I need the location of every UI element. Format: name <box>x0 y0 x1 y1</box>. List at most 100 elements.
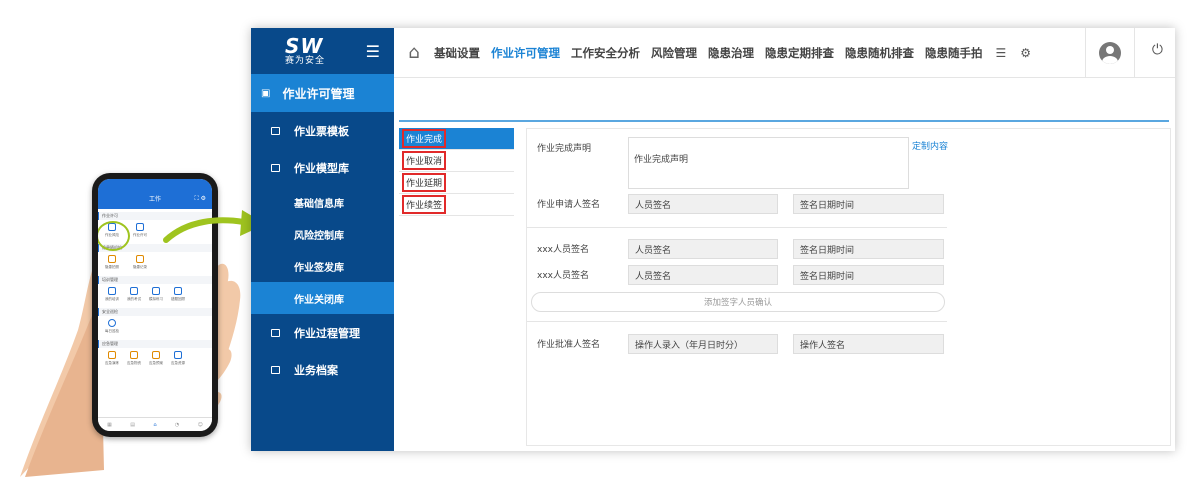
sidebar: SW 赛为安全 ☰ ▣ 作业许可管理 作业票模板 作业模型库 基础信息库 风险控… <box>251 28 394 451</box>
message-icon[interactable]: ◔ <box>175 422 179 428</box>
list-icon[interactable]: ▤ <box>130 422 135 428</box>
exam-icon <box>130 287 138 295</box>
status-item-extend[interactable]: 作业延期 <box>399 172 514 194</box>
inspection-icon <box>108 319 116 327</box>
logo: SW 赛为安全 <box>285 36 325 66</box>
training-icon <box>108 287 116 295</box>
topnav-item[interactable]: 工作安全分析 <box>571 45 640 61</box>
sidebar-item-label: 作业票模板 <box>294 124 349 138</box>
phone-row: 应急演练 应急物资 应急预案 应急资源 <box>98 348 212 369</box>
add-signer-button[interactable]: 添加签字人员确认 <box>531 292 945 312</box>
person2-sign-field[interactable]: 人员签名 <box>628 265 778 285</box>
app-window: SW 赛为安全 ☰ ▣ 作业许可管理 作业票模板 作业模型库 基础信息库 风险控… <box>251 28 1175 451</box>
status-item-label: 作业完成 <box>402 129 447 148</box>
person2-date-field[interactable]: 签名日期时间 <box>793 265 944 285</box>
document-icon <box>271 163 280 172</box>
phone-item[interactable]: 应急演练 <box>102 351 122 366</box>
topnav-item[interactable]: 隐患随手拍 <box>925 45 983 61</box>
phone-item-label: 作业许可 <box>133 233 147 237</box>
sidebar-item-label: 作业模型库 <box>294 161 349 175</box>
drill-icon <box>108 351 116 359</box>
topnav-item[interactable]: 隐患治理 <box>708 45 754 61</box>
applicant-sign-field[interactable]: 人员签名 <box>628 194 778 214</box>
phone-item-label: 应急预案 <box>149 361 163 365</box>
gear-icon[interactable]: ⚙ <box>1020 46 1031 60</box>
more-menu-icon[interactable]: ☰ <box>996 46 1007 60</box>
status-item-complete[interactable]: 作业完成 <box>399 128 514 150</box>
sidebar-item-template[interactable]: 作业票模板 <box>251 112 394 149</box>
sidebar-subitem-risk-control[interactable]: 风险控制库 <box>251 218 394 250</box>
custom-content-link[interactable]: 定制内容 <box>912 139 948 152</box>
phone-item-label: 我的培训 <box>105 297 119 301</box>
applicant-label: 作业申请人签名 <box>537 200 601 210</box>
menu-toggle-icon[interactable]: ☰ <box>366 42 380 61</box>
phone-item[interactable]: 错题回顾 <box>168 287 188 302</box>
logo-area: SW 赛为安全 ☰ <box>251 28 394 74</box>
approver-entry-field[interactable]: 操作人录入（年月日时分） <box>628 334 778 354</box>
applicant-date-field[interactable]: 签名日期时间 <box>793 194 944 214</box>
status-item-renew[interactable]: 作业续签 <box>399 194 514 216</box>
review-icon <box>174 287 182 295</box>
sidebar-item-label: 业务档案 <box>294 363 338 377</box>
topnav-item[interactable]: 基础设置 <box>434 45 480 61</box>
sidebar-subitem-issue[interactable]: 作业签发库 <box>251 250 394 282</box>
topnav-item[interactable]: 风险管理 <box>651 45 697 61</box>
grid-icon[interactable]: ▦ <box>107 422 112 428</box>
sidebar-item-archive[interactable]: 业务档案 <box>251 351 394 388</box>
document-icon <box>271 126 280 135</box>
person1-sign-field[interactable]: 人员签名 <box>628 239 778 259</box>
phone-row: 每日巡检 <box>98 316 212 337</box>
status-item-cancel[interactable]: 作业取消 <box>399 150 514 172</box>
top-nav: 基础设置 作业许可管理 工作安全分析 风险管理 隐患治理 隐患定期排查 隐患随机… <box>434 45 994 61</box>
plan-icon <box>152 351 160 359</box>
supplies-icon <box>130 351 138 359</box>
sidebar-header[interactable]: ▣ 作业许可管理 <box>251 74 394 112</box>
completion-textarea[interactable]: 作业完成声明 <box>628 137 909 189</box>
document-icon: ▣ <box>261 87 271 99</box>
camera-icon <box>108 255 116 263</box>
phone-item[interactable]: 每日巡检 <box>102 319 122 334</box>
phone-item[interactable]: 隐患拍照 <box>102 255 122 270</box>
phone-item[interactable]: 隐患记录 <box>130 255 150 270</box>
phone-item[interactable]: 应急预案 <box>146 351 166 366</box>
user-menu[interactable] <box>1085 28 1135 78</box>
status-item-label: 作业延期 <box>402 173 447 192</box>
sidebar-subitem-label: 基础信息库 <box>294 198 344 210</box>
user-icon[interactable]: ☺ <box>198 422 203 428</box>
sidebar-subitem-close[interactable]: 作业关闭库 <box>251 282 394 314</box>
sidebar-subitem-basic-info[interactable]: 基础信息库 <box>251 186 394 218</box>
topnav-item[interactable]: 隐患定期排查 <box>765 45 834 61</box>
phone-item-label: 隐患记录 <box>133 265 147 269</box>
phone-section-title: 应急管理 <box>98 340 212 348</box>
topnav-item[interactable]: 隐患随机排查 <box>845 45 914 61</box>
phone-item[interactable]: 模拟练习 <box>146 287 166 302</box>
phone-row: 我的培训 我的考试 模拟练习 错题回顾 <box>98 284 212 305</box>
phone-item[interactable]: 我的培训 <box>102 287 122 302</box>
phone-section-title: 培训管理 <box>98 276 212 284</box>
phone-item[interactable]: 应急物资 <box>124 351 144 366</box>
phone-header-icons[interactable]: ⛶ ⚙ <box>195 195 207 203</box>
topbar: ⌂ 基础设置 作业许可管理 工作安全分析 风险管理 隐患治理 隐患定期排查 隐患… <box>394 28 1175 78</box>
sidebar-item-process[interactable]: 作业过程管理 <box>251 314 394 351</box>
status-item-label: 作业续签 <box>402 195 447 214</box>
sidebar-item-label: 作业过程管理 <box>294 326 360 340</box>
completion-label: 作业完成声明 <box>537 144 592 154</box>
phone-item[interactable]: 应急资源 <box>168 351 188 366</box>
phone-item[interactable]: 作业许可 <box>130 223 150 238</box>
power-icon[interactable]: ⏻ <box>1152 42 1163 58</box>
home-icon[interactable]: ⌂ <box>153 422 156 428</box>
phone-title: 工作 <box>148 196 161 203</box>
phone-tabbar: ▦ ▤ ⌂ ◔ ☺ <box>98 417 212 431</box>
phone-section-title: 安全巡检 <box>98 308 212 316</box>
phone-item[interactable]: 我的考试 <box>124 287 144 302</box>
sidebar-item-model[interactable]: 作业模型库 <box>251 149 394 186</box>
topnav-item-active[interactable]: 作业许可管理 <box>491 45 560 61</box>
home-icon[interactable]: ⌂ <box>394 42 434 63</box>
person1-date-field[interactable]: 签名日期时间 <box>793 239 944 259</box>
phone-item-label: 应急演练 <box>105 361 119 365</box>
sidebar-header-label: 作业许可管理 <box>282 86 355 101</box>
tab-strip <box>399 86 1169 122</box>
document-icon <box>271 328 280 337</box>
phone-item-label: 隐患拍照 <box>105 265 119 269</box>
approver-sign-field[interactable]: 操作人签名 <box>793 334 944 354</box>
